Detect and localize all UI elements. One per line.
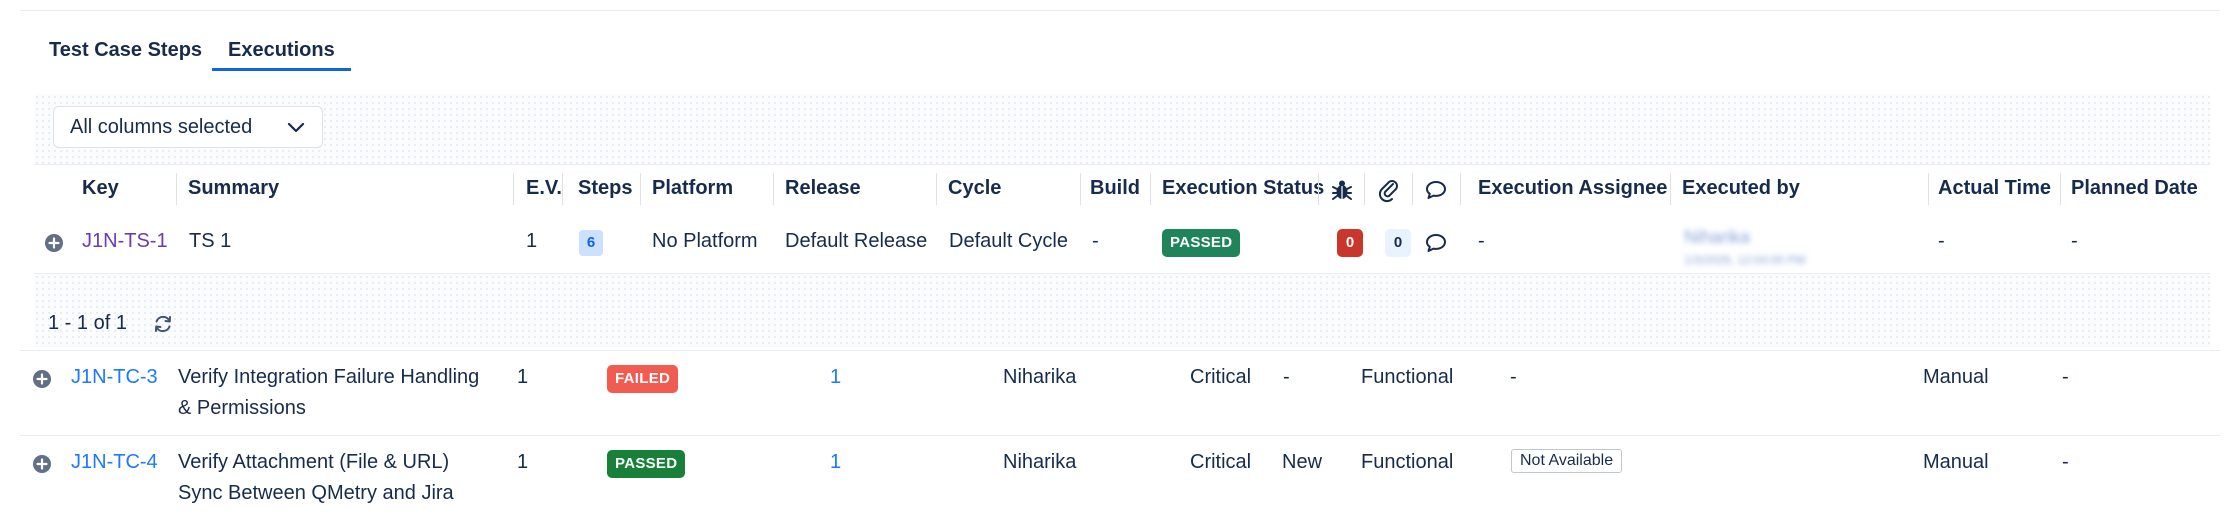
header-steps[interactable]: Steps [578, 177, 632, 200]
test-case-executions-link[interactable]: 1 [830, 366, 841, 389]
header-execution-status[interactable]: Execution Status [1162, 177, 1324, 200]
test-case-summary-line1: Verify Attachment (File & URL) [178, 451, 450, 473]
test-case-priority: Critical [1190, 451, 1252, 473]
column-resizer[interactable] [640, 173, 641, 205]
executed-by-date: 1/3/2026, 12:04:00 PM [1684, 253, 1806, 267]
header-cycle[interactable]: Cycle [948, 177, 1001, 200]
column-resizer[interactable] [1318, 173, 1319, 205]
header-actual-time[interactable]: Actual Time [1938, 177, 2051, 200]
refresh-icon[interactable] [152, 313, 174, 335]
test-case-key-link[interactable]: J1N-TC-4 [71, 451, 158, 474]
test-case-status-badge[interactable]: FAILED [607, 365, 679, 393]
test-case-summary-line2: Sync Between QMetry and Jira [178, 482, 454, 504]
header-key[interactable]: Key [82, 177, 119, 200]
comment-icon[interactable] [1424, 231, 1448, 255]
test-case-assignee: Niharika [1003, 451, 1077, 473]
executed-by-name: Niharika [1684, 227, 1751, 247]
execution-cycle: Default Cycle [949, 230, 1068, 252]
header-build[interactable]: Build [1090, 177, 1140, 200]
column-resizer[interactable] [1412, 173, 1413, 205]
executions-table-header: Key Summary E.V. Steps Platform Release … [34, 164, 2210, 216]
test-case-component: - [1283, 366, 1290, 388]
test-case-date: - [2062, 451, 2069, 473]
test-case-type: Functional [1361, 366, 1454, 388]
execution-summary: TS 1 [189, 230, 232, 252]
column-resizer[interactable] [562, 173, 563, 205]
column-selector-label: All columns selected [70, 116, 253, 138]
test-case-status-badge[interactable]: PASSED [607, 450, 686, 478]
steps-count-badge[interactable]: 6 [579, 230, 603, 256]
bug-icon [1330, 177, 1354, 203]
comment-icon [1424, 178, 1448, 202]
header-platform[interactable]: Platform [652, 177, 733, 200]
test-case-date: - [2062, 366, 2069, 388]
test-case-version: 1 [517, 366, 529, 388]
column-resizer[interactable] [176, 173, 177, 205]
table-row: J1N-TC-4 Verify Attachment (File & URL) … [20, 435, 2220, 518]
column-resizer[interactable] [2060, 173, 2061, 205]
execution-build: - [1092, 230, 1099, 252]
expand-row-icon[interactable] [32, 454, 52, 474]
header-executed-by[interactable]: Executed by [1682, 177, 1800, 200]
test-case-method: Manual [1923, 451, 1989, 473]
table-row: J1N-TC-3 Verify Integration Failure Hand… [20, 350, 2220, 435]
test-case-type: Functional [1361, 451, 1454, 473]
column-resizer[interactable] [1150, 173, 1151, 205]
column-resizer[interactable] [1080, 173, 1081, 205]
column-resizer[interactable] [1460, 173, 1461, 205]
test-case-summary-line1: Verify Integration Failure Handling [178, 366, 480, 388]
execution-release: Default Release [785, 230, 928, 252]
test-case-summary-line2: & Permissions [178, 397, 306, 419]
test-case-component: New [1282, 451, 1323, 473]
column-resizer[interactable] [513, 173, 514, 205]
test-case-executions-link[interactable]: 1 [830, 451, 841, 474]
table-row: J1N-TS-1 TS 1 1 6 No Platform Default Re… [34, 215, 2210, 274]
pagination-text: 1 - 1 of 1 [48, 312, 127, 334]
header-planned-date[interactable]: Planned Date [2071, 177, 2198, 200]
execution-version: 1 [526, 230, 538, 252]
chevron-down-icon [284, 115, 308, 139]
header-summary[interactable]: Summary [188, 177, 279, 200]
execution-platform: No Platform [652, 230, 758, 252]
execution-key-link[interactable]: J1N-TS-1 [82, 230, 168, 253]
expand-row-icon[interactable] [32, 369, 52, 389]
test-case-key-link[interactable]: J1N-TC-3 [71, 366, 158, 389]
paperclip-icon [1378, 177, 1400, 203]
test-case-priority: Critical [1190, 366, 1252, 388]
header-ev[interactable]: E.V. [526, 177, 562, 200]
test-case-version: 1 [517, 451, 529, 473]
column-resizer[interactable] [1364, 173, 1365, 205]
defect-count-badge[interactable]: 0 [1337, 229, 1363, 257]
execution-assignee: - [1478, 230, 1485, 252]
label-badge: Not Available [1511, 449, 1623, 473]
test-case-label: - [1510, 366, 1517, 388]
tab-executions[interactable]: Executions [212, 32, 351, 71]
expand-row-icon[interactable] [44, 233, 64, 253]
top-divider [20, 10, 2220, 11]
header-release[interactable]: Release [785, 177, 861, 200]
column-resizer[interactable] [1928, 173, 1929, 205]
column-resizer[interactable] [936, 173, 937, 205]
test-case-method: Manual [1923, 366, 1989, 388]
execution-actual-time: - [1938, 230, 1945, 252]
header-execution-assignee[interactable]: Execution Assignee [1478, 177, 1667, 200]
column-resizer[interactable] [773, 173, 774, 205]
pagination: 1 - 1 of 1 [48, 312, 127, 335]
execution-planned-date: - [2071, 230, 2078, 252]
column-resizer[interactable] [1670, 173, 1671, 205]
execution-status-badge[interactable]: PASSED [1162, 229, 1241, 257]
test-case-assignee: Niharika [1003, 366, 1077, 388]
attachment-count-badge[interactable]: 0 [1385, 229, 1411, 257]
column-selector-dropdown[interactable]: All columns selected [53, 106, 323, 148]
tab-test-case-steps[interactable]: Test Case Steps [49, 32, 202, 68]
